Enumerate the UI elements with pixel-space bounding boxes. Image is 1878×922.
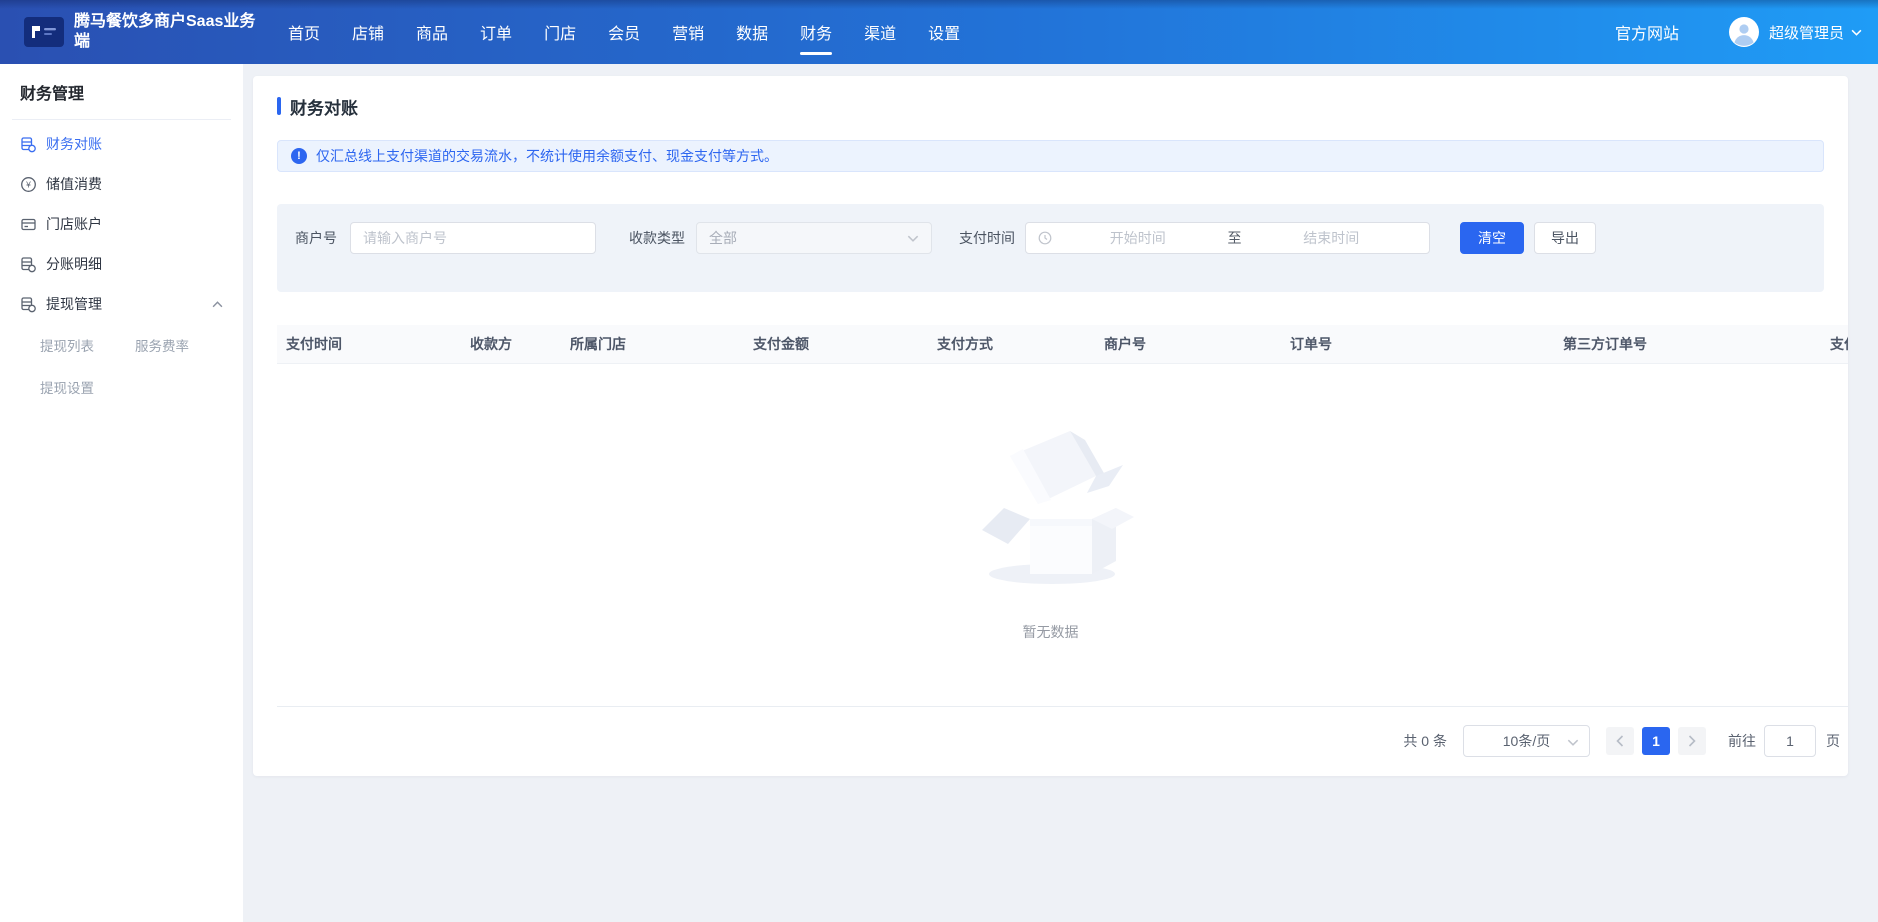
avatar[interactable]	[1729, 17, 1759, 47]
column-header-pay-time: 支付时间	[286, 334, 470, 354]
sidebar-item-withdraw-management[interactable]: 提现管理	[0, 284, 243, 324]
ledger-coins-icon	[20, 296, 37, 313]
withdraw-submenu: 提现列表 服务费率 提现设置	[0, 324, 243, 408]
svg-text:¥: ¥	[25, 179, 31, 189]
sidebar-item-label: 分账明细	[46, 254, 102, 274]
nav-item-shop[interactable]: 店铺	[352, 0, 384, 64]
sidebar-item-label: 门店账户	[46, 214, 102, 234]
sidebar-title: 财务管理	[20, 80, 243, 104]
table-header: 支付时间 收款方 所属门店 支付金额 支付方式 商户号 订单号 第三方订单号 支…	[277, 325, 1848, 364]
merchant-id-label: 商户号	[295, 222, 337, 254]
official-site-link[interactable]: 官方网站	[1615, 20, 1679, 44]
next-page-button[interactable]	[1678, 727, 1706, 755]
user-name[interactable]: 超级管理员	[1769, 22, 1844, 43]
ledger-coins-icon	[20, 256, 37, 273]
sidebar-item-label: 储值消费	[46, 174, 102, 194]
page-unit-label: 页	[1826, 731, 1840, 751]
table-footer-divider	[277, 706, 1848, 707]
clock-icon	[1038, 231, 1052, 245]
chevron-down-icon[interactable]	[1851, 29, 1862, 36]
nav-item-settings[interactable]: 设置	[928, 0, 960, 64]
empty-state-text: 暂无数据	[253, 622, 1848, 642]
sidebar-subitem-withdraw-list[interactable]: 提现列表	[40, 324, 135, 366]
info-icon: !	[291, 148, 307, 164]
sidebar-menu: 财务对账 ¥ 储值消费 门店账户	[0, 124, 243, 324]
sidebar: 财务管理 财务对账 ¥	[0, 64, 243, 922]
payment-type-select[interactable]: 全部	[696, 222, 932, 254]
yen-circle-icon: ¥	[20, 176, 37, 193]
column-header-amount: 支付金额	[753, 334, 937, 354]
page-title: 财务对账	[290, 94, 358, 119]
ledger-coins-icon	[20, 136, 37, 153]
sidebar-divider	[12, 119, 231, 120]
chevron-right-icon	[1688, 735, 1696, 747]
info-alert: ! 仅汇总线上支付渠道的交易流水，不统计使用余额支付、现金支付等方式。	[277, 140, 1824, 172]
nav-item-home[interactable]: 首页	[288, 0, 320, 64]
column-header-pay-status: 支付状态	[1830, 334, 1848, 354]
nav-item-goods[interactable]: 商品	[416, 0, 448, 64]
clear-button[interactable]: 清空	[1460, 222, 1524, 254]
column-header-third-party-order-id: 第三方订单号	[1563, 334, 1830, 354]
nav-item-finance[interactable]: 财务	[800, 0, 832, 64]
page-number-button[interactable]: 1	[1642, 727, 1670, 755]
export-button[interactable]: 导出	[1534, 222, 1596, 254]
range-separator: 至	[1224, 228, 1246, 248]
sidebar-item-stored-value[interactable]: ¥ 储值消费	[0, 164, 243, 204]
sidebar-item-split-detail[interactable]: 分账明细	[0, 244, 243, 284]
nav-item-marketing[interactable]: 营销	[672, 0, 704, 64]
column-header-store: 所属门店	[570, 334, 753, 354]
main-content: 财务对账 ! 仅汇总线上支付渠道的交易流水，不统计使用余额支付、现金支付等方式。…	[243, 64, 1878, 922]
nav-item-members[interactable]: 会员	[608, 0, 640, 64]
payment-time-label: 支付时间	[959, 222, 1015, 254]
sidebar-subitem-service-rate[interactable]: 服务费率	[135, 324, 243, 366]
page-size-value: 10条/页	[1503, 731, 1550, 751]
column-header-payee: 收款方	[470, 334, 570, 354]
card-icon	[20, 216, 37, 233]
chevron-down-icon	[907, 235, 919, 242]
nav-item-orders[interactable]: 订单	[480, 0, 512, 64]
title-marker	[277, 97, 281, 115]
app-title: 腾马餐饮多商户Saas业务端	[74, 12, 262, 52]
pagination: 共 0 条 10条/页 1 前	[1403, 725, 1840, 757]
reconciliation-card: 财务对账 ! 仅汇总线上支付渠道的交易流水，不统计使用余额支付、现金支付等方式。…	[253, 76, 1848, 776]
column-header-pay-method: 支付方式	[937, 334, 1104, 354]
payment-type-value: 全部	[709, 228, 907, 248]
payment-time-range-picker[interactable]: 开始时间 至 结束时间	[1025, 222, 1430, 254]
app-logo-icon	[24, 17, 64, 47]
prev-page-button[interactable]	[1606, 727, 1634, 755]
sidebar-item-store-account[interactable]: 门店账户	[0, 204, 243, 244]
goto-page-input[interactable]	[1764, 725, 1816, 757]
alert-text: 仅汇总线上支付渠道的交易流水，不统计使用余额支付、现金支付等方式。	[316, 146, 778, 166]
filter-bar: 商户号 收款类型 全部 支付时间 开始时间 至 结	[277, 204, 1824, 292]
goto-label: 前往	[1728, 731, 1756, 751]
nav-item-data[interactable]: 数据	[736, 0, 768, 64]
sidebar-item-label: 提现管理	[46, 294, 102, 314]
chevron-left-icon	[1616, 735, 1624, 747]
page-size-select[interactable]: 10条/页	[1463, 725, 1590, 757]
chevron-down-icon	[1567, 739, 1579, 746]
sidebar-subitem-withdraw-settings[interactable]: 提现设置	[40, 366, 135, 408]
chevron-up-icon[interactable]	[212, 301, 223, 308]
end-time-placeholder[interactable]: 结束时间	[1246, 228, 1418, 248]
sidebar-item-reconciliation[interactable]: 财务对账	[0, 124, 243, 164]
app-logo-area[interactable]: 腾马餐饮多商户Saas业务端	[24, 12, 266, 52]
topbar-right: 官方网站 超级管理员	[1615, 17, 1862, 47]
app-root: 腾马餐饮多商户Saas业务端 首页 店铺 商品 订单 门店 会员 营销 数据 财…	[0, 0, 1878, 922]
page-title-row: 财务对账	[277, 96, 358, 116]
payment-type-label: 收款类型	[629, 222, 685, 254]
column-header-order-id: 订单号	[1290, 334, 1563, 354]
top-nav: 首页 店铺 商品 订单 门店 会员 营销 数据 财务 渠道 设置	[288, 0, 960, 64]
start-time-placeholder[interactable]: 开始时间	[1052, 228, 1224, 248]
merchant-id-input[interactable]	[350, 222, 596, 254]
total-count: 共 0 条	[1403, 731, 1447, 751]
topbar: 腾马餐饮多商户Saas业务端 首页 店铺 商品 订单 门店 会员 营销 数据 财…	[0, 0, 1878, 64]
sidebar-item-label: 财务对账	[46, 134, 102, 154]
nav-item-channels[interactable]: 渠道	[864, 0, 896, 64]
empty-box-illustration	[966, 416, 1136, 591]
column-header-merchant-id: 商户号	[1104, 334, 1290, 354]
nav-item-stores[interactable]: 门店	[544, 0, 576, 64]
